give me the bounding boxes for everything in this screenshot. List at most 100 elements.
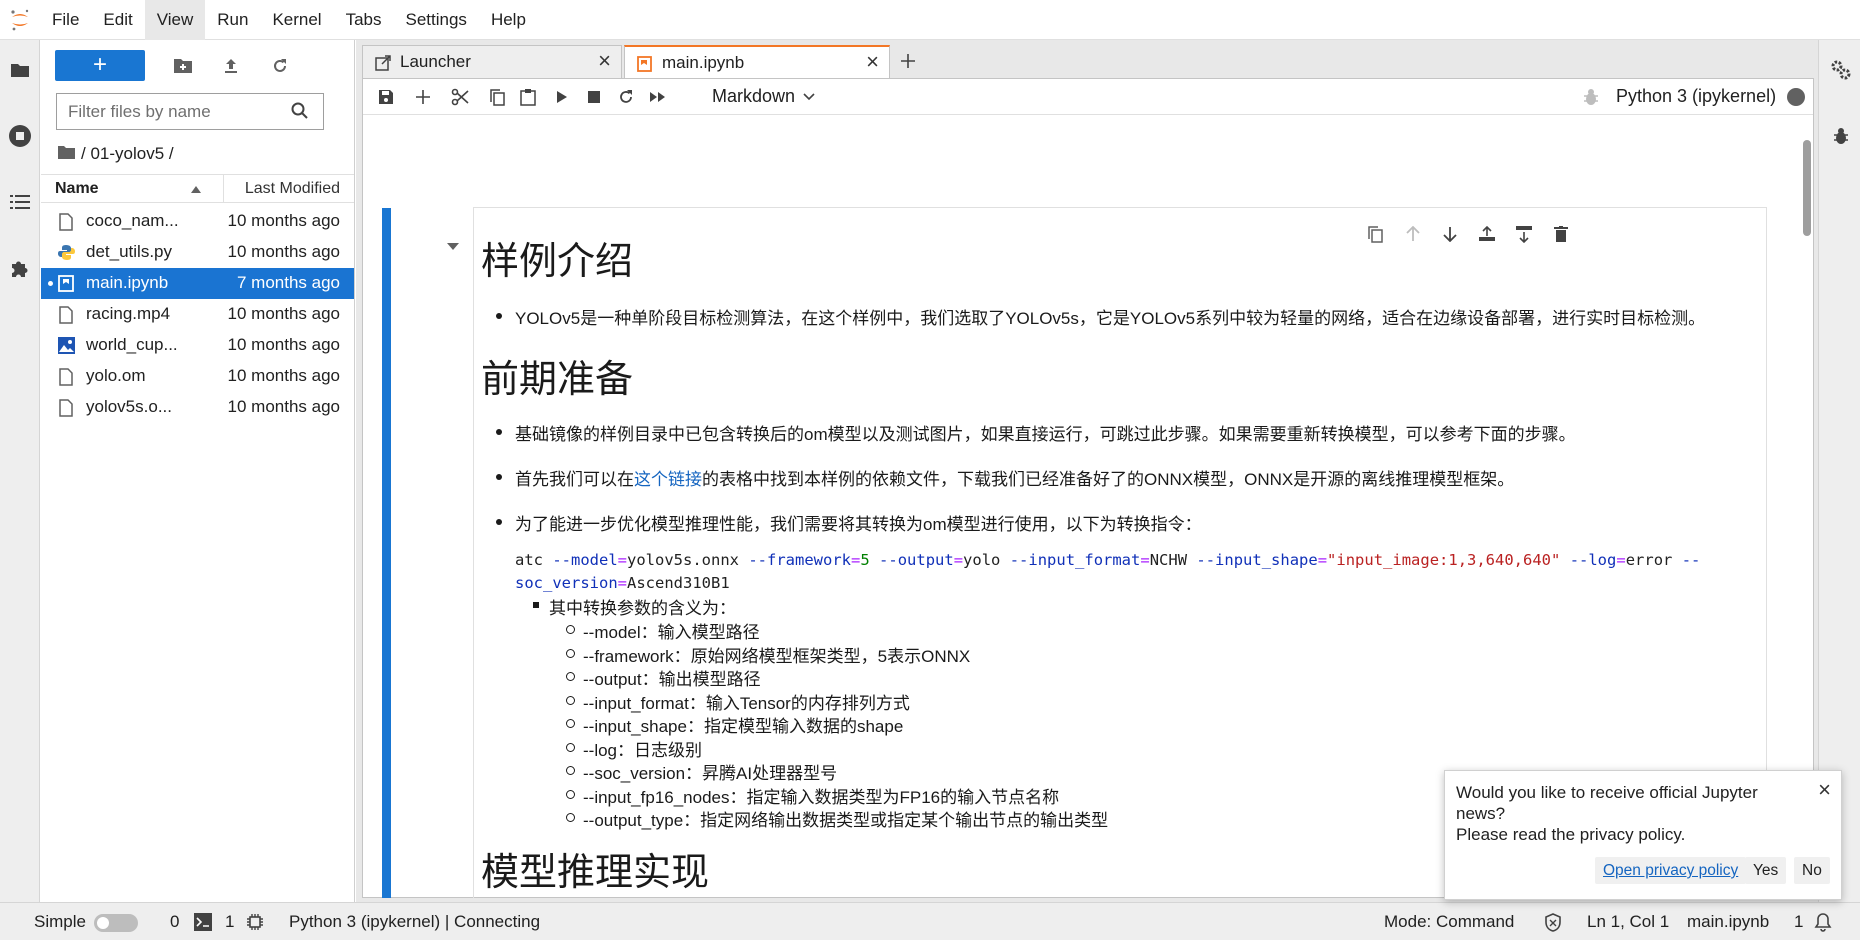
notification-line: Please read the privacy policy. <box>1456 825 1686 844</box>
menu-view[interactable]: View <box>144 0 206 40</box>
no-button[interactable]: No <box>1794 857 1830 884</box>
code-token: = <box>1616 551 1626 569</box>
tab-main-ipynb[interactable]: main.ipynb × <box>624 45 890 79</box>
insert-above-icon[interactable] <box>1475 222 1499 246</box>
folder-icon[interactable] <box>0 50 40 90</box>
cursor-position[interactable]: Ln 1, Col 1 <box>1587 912 1669 932</box>
kernel-name[interactable]: Python 3 (ipykernel) <box>1616 86 1776 107</box>
insert-below-icon[interactable] <box>1512 222 1536 246</box>
menu-file[interactable]: File <box>40 0 91 40</box>
file-name: yolov5s.o... <box>86 397 172 416</box>
paste-icon[interactable] <box>510 79 546 115</box>
delete-cell-icon[interactable] <box>1549 222 1573 246</box>
code-token: 5 <box>860 551 870 569</box>
file-row-det-utils[interactable]: det_utils.py 10 months ago <box>41 237 354 268</box>
tab-label: main.ipynb <box>662 53 745 72</box>
open-privacy-policy-button[interactable]: Open privacy policy <box>1595 857 1747 884</box>
extension-icon[interactable] <box>0 248 40 288</box>
dependency-link[interactable]: 这个链接 <box>634 470 702 489</box>
menu-run[interactable]: Run <box>205 0 260 40</box>
prep-bullet-1: 基础镜像的样例目录中已包含转换后的om模型以及测试图片，如果直接运行，可跳过此步… <box>496 420 1576 445</box>
running-icon[interactable] <box>0 116 40 156</box>
shield-icon[interactable] <box>1544 913 1562 937</box>
menu-tabs[interactable]: Tabs <box>334 0 394 40</box>
param-item: --log：日志级别 <box>565 736 702 761</box>
column-name-header[interactable]: Name <box>55 180 99 198</box>
new-folder-icon[interactable] <box>166 50 200 81</box>
notification-count[interactable]: 1 <box>1794 912 1803 932</box>
heading-collapse-caret-icon[interactable] <box>447 243 459 250</box>
bell-icon[interactable] <box>1814 912 1832 937</box>
menu-settings[interactable]: Settings <box>394 0 479 40</box>
running-indicator <box>48 281 53 286</box>
file-row-racing-mp4[interactable]: racing.mp4 10 months ago <box>41 299 354 330</box>
terminal-count[interactable]: 0 <box>170 912 179 932</box>
kernel-chip-icon[interactable] <box>246 913 264 936</box>
simple-mode-toggle[interactable] <box>94 914 138 932</box>
cell-type-value: Markdown <box>712 86 796 106</box>
restart-icon[interactable] <box>608 79 644 115</box>
prep-text: 首先我们可以在 <box>515 470 634 489</box>
menu-bar: File Edit View Run Kernel Tabs Settings … <box>0 0 1860 40</box>
debugger-icon[interactable] <box>1821 116 1860 156</box>
save-icon[interactable] <box>368 79 404 115</box>
file-row-main-ipynb[interactable]: main.ipynb 7 months ago <box>41 268 354 299</box>
menu-help[interactable]: Help <box>479 0 538 40</box>
cut-icon[interactable] <box>442 79 478 115</box>
code-token: "input_image:1,3,640,640" <box>1327 551 1561 569</box>
insert-cell-icon[interactable] <box>405 79 441 115</box>
file-modified: 10 months ago <box>227 242 340 261</box>
file-icon <box>58 368 76 386</box>
close-icon[interactable]: × <box>598 50 611 72</box>
column-divider[interactable] <box>223 175 224 202</box>
menu-edit[interactable]: Edit <box>91 0 144 40</box>
cell-collapser[interactable] <box>382 208 391 898</box>
duplicate-cell-icon[interactable] <box>1363 222 1387 246</box>
file-row-world-cup[interactable]: world_cup... 10 months ago <box>41 330 354 361</box>
file-modified: 10 months ago <box>227 304 340 323</box>
code-token: soc_version <box>515 574 618 592</box>
params-title: 其中转换参数的含义为： <box>533 594 736 619</box>
yes-button[interactable]: Yes <box>1745 857 1787 884</box>
move-up-icon[interactable] <box>1401 222 1425 246</box>
filter-files-input[interactable] <box>56 93 324 130</box>
breadcrumb-folder-icon[interactable] <box>58 144 75 164</box>
run-icon[interactable] <box>544 79 580 115</box>
code-token: Ascend310B1 <box>627 574 730 592</box>
property-inspector-icon[interactable] <box>1821 50 1860 90</box>
terminal-icon[interactable] <box>194 913 212 936</box>
refresh-icon[interactable] <box>263 50 297 81</box>
table-of-contents-icon[interactable] <box>0 182 40 222</box>
file-row-yolo-om[interactable]: yolo.om 10 months ago <box>41 361 354 392</box>
file-icon <box>58 213 76 231</box>
close-icon[interactable]: × <box>1818 777 1831 803</box>
column-modified-header[interactable]: Last Modified <box>245 180 340 198</box>
fast-forward-icon[interactable] <box>640 79 676 115</box>
file-row-yolov5s-onnx[interactable]: yolov5s.o... 10 months ago <box>41 392 354 423</box>
file-modified: 10 months ago <box>227 397 340 416</box>
add-tab-icon[interactable] <box>894 45 922 76</box>
upload-icon[interactable] <box>214 50 248 81</box>
kernel-count[interactable]: 1 <box>225 912 234 932</box>
menu-kernel[interactable]: Kernel <box>260 0 333 40</box>
mode-indicator: Mode: Command <box>1384 912 1515 931</box>
kernel-status-icon <box>1787 88 1805 106</box>
scrollbar-thumb[interactable] <box>1803 140 1811 236</box>
code-token: -- <box>1681 551 1701 569</box>
code-token: = <box>1140 551 1150 569</box>
file-modified: 10 months ago <box>227 211 340 230</box>
tab-launcher[interactable]: Launcher × <box>362 45 622 78</box>
breadcrumb-path[interactable]: / 01-yolov5 / <box>81 144 174 164</box>
param-item: --output_type：指定网络输出数据类型或指定某个输出节点的输出类型 <box>565 806 1108 831</box>
kernel-status-text[interactable]: Python 3 (ipykernel) | Connecting <box>289 912 540 932</box>
file-row-coco-names[interactable]: coco_nam... 10 months ago <box>41 206 354 237</box>
code-token: --input_shape <box>1196 551 1318 569</box>
close-icon[interactable]: × <box>866 51 879 73</box>
stop-icon[interactable] <box>576 79 612 115</box>
notification-message: Would you like to receive official Jupyt… <box>1456 782 1796 845</box>
move-down-icon[interactable] <box>1438 222 1462 246</box>
debugger-icon[interactable] <box>1582 87 1600 112</box>
new-launcher-button[interactable]: + <box>55 50 145 81</box>
cell-type-dropdown[interactable]: Markdown <box>712 86 815 107</box>
file-modified: 7 months ago <box>236 273 340 292</box>
